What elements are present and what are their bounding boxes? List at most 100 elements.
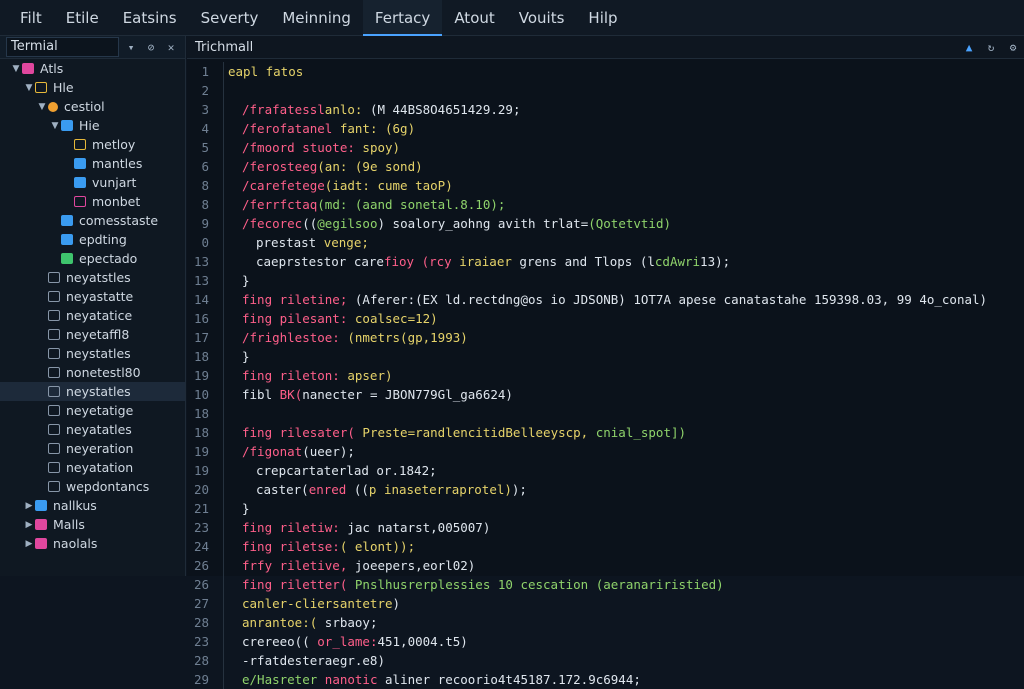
tree-item[interactable]: mantles bbox=[0, 154, 185, 173]
tree-item[interactable]: comesstaste bbox=[0, 211, 185, 230]
chevron-down-icon[interactable]: ▾ bbox=[123, 41, 139, 54]
editor-tab-title[interactable]: Trichmall bbox=[195, 40, 958, 55]
code-token: BK( bbox=[279, 387, 303, 402]
menu-item-severty[interactable]: Severty bbox=[189, 0, 271, 36]
tree-item-label: neyetatige bbox=[66, 403, 134, 418]
code-line: 14 fing riletine; (Aferer:(EX ld.rectdng@… bbox=[187, 290, 1024, 309]
gutter-guide bbox=[209, 556, 224, 575]
tree-item[interactable]: monbet bbox=[0, 192, 185, 211]
code-line: 19/figonat(ueer); bbox=[187, 442, 1024, 461]
code-token: (( bbox=[353, 482, 369, 497]
chevron-down-icon[interactable]: ▼ bbox=[23, 83, 35, 93]
tree-item[interactable]: ▶ Malls bbox=[0, 515, 185, 534]
code-token: 451,0004.t5) bbox=[377, 634, 468, 649]
menu-item-atout[interactable]: Atout bbox=[442, 0, 506, 36]
code-area[interactable]: 1 eapl fatos 2 3/frafatesslanlo: (M 44BS8O4… bbox=[187, 62, 1024, 689]
chevron-right-icon[interactable]: ▶ bbox=[23, 520, 35, 530]
code-token: /fecorec bbox=[242, 216, 303, 231]
tree-item[interactable]: ▼ Atls bbox=[0, 59, 185, 78]
tree-item[interactable]: neyatatles bbox=[0, 420, 185, 439]
menu-item-vouits[interactable]: Vouits bbox=[507, 0, 577, 36]
code-token: Pnslhusrerplessies 10 cescation (aeranar… bbox=[354, 577, 724, 592]
code-token: 13); bbox=[700, 254, 731, 269]
file-icon bbox=[48, 367, 60, 378]
menu-item-fertacy[interactable]: Fertacy bbox=[362, 0, 443, 36]
close-icon[interactable]: ✕ bbox=[163, 41, 179, 54]
tree-item[interactable]: neyatation bbox=[0, 458, 185, 477]
line-number: 13 bbox=[193, 273, 209, 288]
code-content: fing rileton: apser) bbox=[228, 366, 393, 385]
code-line: 23 crereeo(( or_lame:451,0004.t5) bbox=[187, 632, 1024, 651]
gutter-guide bbox=[209, 499, 224, 518]
line-number: 19 bbox=[193, 444, 209, 459]
tree-item-label: neyetaffl8 bbox=[66, 327, 130, 342]
user-icon[interactable]: ▲ bbox=[958, 41, 980, 54]
code-content: /figonat(ueer); bbox=[228, 442, 355, 461]
settings-icon[interactable]: ⚙ bbox=[1002, 41, 1024, 54]
refresh-icon[interactable]: ⊘ bbox=[143, 41, 159, 54]
file-icon bbox=[35, 538, 47, 549]
sidebar-title-field[interactable]: Termial bbox=[6, 37, 119, 57]
gutter-guide bbox=[209, 100, 224, 119]
code-token: fing rileton: bbox=[242, 368, 348, 383]
tree-item[interactable]: ▼ cestiol bbox=[0, 97, 185, 116]
tree-item[interactable]: vunjart bbox=[0, 173, 185, 192]
tree-item[interactable]: epdting bbox=[0, 230, 185, 249]
tree-item-label: Atls bbox=[40, 61, 64, 76]
code-content: frfy riletive, joeepers,eorl02) bbox=[228, 556, 475, 575]
tree-item-label: neystatles bbox=[66, 384, 131, 399]
tree-item[interactable]: neyatatice bbox=[0, 306, 185, 325]
line-number: 27 bbox=[193, 596, 209, 611]
tree-item[interactable]: ▶ naolals bbox=[0, 534, 185, 553]
chevron-down-icon[interactable]: ▼ bbox=[49, 121, 61, 131]
code-token: (md: (aand sonetal.8.10); bbox=[317, 197, 506, 212]
chevron-right-icon[interactable]: ▶ bbox=[23, 539, 35, 549]
code-line: 3/frafatesslanlo: (M 44BS8O4651429.29; bbox=[187, 100, 1024, 119]
tree-item[interactable]: metloy bbox=[0, 135, 185, 154]
tree-item[interactable]: ▼ Hle bbox=[0, 78, 185, 97]
gutter-guide bbox=[209, 214, 224, 233]
tree-item[interactable]: wepdontancs bbox=[0, 477, 185, 496]
code-token: } bbox=[242, 349, 250, 364]
tree-item[interactable]: neystatles bbox=[0, 382, 185, 401]
tree-item-label: neystatles bbox=[66, 346, 131, 361]
menu-item-etile[interactable]: Etile bbox=[54, 0, 111, 36]
tree-item-label: comesstaste bbox=[79, 213, 159, 228]
menu-item-hilp[interactable]: Hilp bbox=[576, 0, 629, 36]
tree-item[interactable]: epectado bbox=[0, 249, 185, 268]
tree-item[interactable]: neystatles bbox=[0, 344, 185, 363]
code-token: (iadt: cume taoP) bbox=[324, 178, 453, 193]
tree-item[interactable]: neyeration bbox=[0, 439, 185, 458]
tree-item[interactable]: neyetatige bbox=[0, 401, 185, 420]
tree-item[interactable]: nonetestl80 bbox=[0, 363, 185, 382]
code-token: nanecter = JBON779Gl_ga6624) bbox=[302, 387, 513, 402]
history-icon[interactable]: ↻ bbox=[980, 41, 1002, 54]
file-icon bbox=[61, 234, 73, 245]
chevron-down-icon[interactable]: ▼ bbox=[36, 102, 48, 112]
menu-item-meinning[interactable]: Meinning bbox=[270, 0, 363, 36]
chevron-down-icon[interactable]: ▼ bbox=[10, 64, 22, 74]
file-icon bbox=[48, 272, 60, 283]
gutter-guide bbox=[209, 594, 224, 613]
code-token: (nmetrs(gp,1993) bbox=[347, 330, 468, 345]
gutter-guide bbox=[209, 480, 224, 499]
code-line: 18} bbox=[187, 347, 1024, 366]
chevron-right-icon[interactable]: ▶ bbox=[23, 501, 35, 511]
tree-item[interactable]: neyetaffl8 bbox=[0, 325, 185, 344]
code-token: anlo: bbox=[324, 102, 370, 117]
code-content: /fmoord stuote: spoy) bbox=[228, 138, 400, 157]
code-content: crereeo(( or_lame:451,0004.t5) bbox=[228, 632, 468, 651]
tree-item-label: Malls bbox=[53, 517, 85, 532]
tree-item[interactable]: neyastatte bbox=[0, 287, 185, 306]
file-icon bbox=[48, 386, 60, 397]
tree-item-label: nallkus bbox=[53, 498, 97, 513]
file-icon bbox=[48, 310, 60, 321]
code-token: -rfatdesteraegr.e8) bbox=[242, 653, 385, 668]
tree-item[interactable]: ▶ nallkus bbox=[0, 496, 185, 515]
menu-item-eatsins[interactable]: Eatsins bbox=[111, 0, 189, 36]
code-token: iraiaer bbox=[459, 254, 520, 269]
tree-item[interactable]: ▼ Hie bbox=[0, 116, 185, 135]
code-token: /figonat bbox=[242, 444, 303, 459]
menu-item-filt[interactable]: Filt bbox=[8, 0, 54, 36]
tree-item[interactable]: neyatstles bbox=[0, 268, 185, 287]
